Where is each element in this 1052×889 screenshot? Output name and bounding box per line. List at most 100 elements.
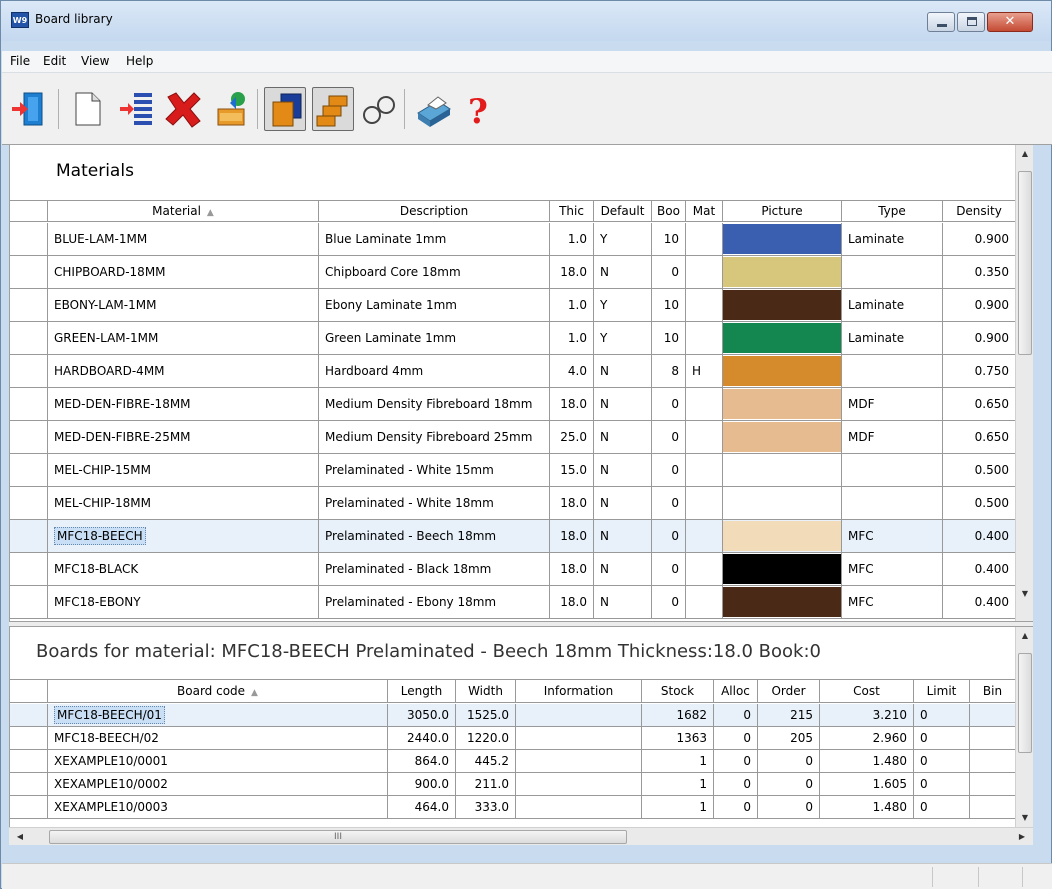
cell-default[interactable]: N xyxy=(594,553,652,585)
cell-book[interactable]: 10 xyxy=(652,223,686,255)
cell-material[interactable]: HARDBOARD-4MM xyxy=(48,355,319,387)
cell-mat[interactable] xyxy=(686,454,723,486)
cell-order[interactable]: 215 xyxy=(758,704,820,726)
cell-material[interactable]: CHIPBOARD-18MM xyxy=(48,256,319,288)
row-header[interactable] xyxy=(10,388,48,420)
cell-type[interactable]: MFC xyxy=(842,586,943,618)
cell-information[interactable] xyxy=(516,773,642,795)
cell-density[interactable]: 0.650 xyxy=(943,421,1016,453)
scroll-left-icon[interactable]: ◀ xyxy=(11,828,29,846)
list-button[interactable] xyxy=(116,87,158,131)
cell-width[interactable]: 211.0 xyxy=(456,773,516,795)
row-header[interactable] xyxy=(10,773,48,795)
cell-information[interactable] xyxy=(516,704,642,726)
material-row[interactable]: MED-DEN-FIBRE-25MM Medium Density Fibrebo… xyxy=(10,421,1016,454)
cell-mat[interactable] xyxy=(686,223,723,255)
cell-book[interactable]: 0 xyxy=(652,388,686,420)
cell-type[interactable] xyxy=(842,487,943,519)
cell-mat[interactable]: H xyxy=(686,355,723,387)
column-header-material[interactable]: Material ▲ xyxy=(48,201,319,221)
cell-board-code[interactable]: XEXAMPLE10/0003 xyxy=(48,796,388,818)
row-header[interactable] xyxy=(10,487,48,519)
cell-picture[interactable] xyxy=(723,223,842,255)
material-row[interactable]: GREEN-LAM-1MM Green Laminate 1mm 1.0 Y 10 Lam… xyxy=(10,322,1016,355)
cell-book[interactable]: 0 xyxy=(652,553,686,585)
row-header[interactable] xyxy=(10,727,48,749)
cell-cost[interactable]: 1.605 xyxy=(820,773,914,795)
cell-thickness[interactable]: 18.0 xyxy=(550,388,594,420)
cell-picture[interactable] xyxy=(723,289,842,321)
cell-picture[interactable] xyxy=(723,256,842,288)
scroll-right-icon[interactable]: ▶ xyxy=(1013,828,1031,846)
row-header[interactable] xyxy=(10,223,48,255)
cell-mat[interactable] xyxy=(686,487,723,519)
cell-bin[interactable] xyxy=(970,796,1016,818)
cell-thickness[interactable]: 25.0 xyxy=(550,421,594,453)
column-header-stock[interactable]: Stock xyxy=(642,680,714,702)
row-header[interactable] xyxy=(10,355,48,387)
cell-description[interactable]: Medium Density Fibreboard 25mm xyxy=(319,421,550,453)
cell-mat[interactable] xyxy=(686,520,723,552)
cell-density[interactable]: 0.500 xyxy=(943,454,1016,486)
print-button[interactable] xyxy=(412,87,454,131)
search-button[interactable] xyxy=(358,87,400,131)
material-row[interactable]: BLUE-LAM-1MM Blue Laminate 1mm 1.0 Y 10 Lamin… xyxy=(10,223,1016,256)
exit-button[interactable] xyxy=(8,87,50,131)
cell-density[interactable]: 0.650 xyxy=(943,388,1016,420)
material-row[interactable]: MEL-CHIP-15MM Prelaminated - White 15mm 15… xyxy=(10,454,1016,487)
cell-board-code[interactable]: XEXAMPLE10/0001 xyxy=(48,750,388,772)
menu-edit[interactable]: Edit xyxy=(43,54,66,68)
cell-length[interactable]: 2440.0 xyxy=(388,727,456,749)
cell-alloc[interactable]: 0 xyxy=(714,704,758,726)
menu-view[interactable]: View xyxy=(81,54,109,68)
cell-information[interactable] xyxy=(516,750,642,772)
cell-type[interactable] xyxy=(842,454,943,486)
cell-description[interactable]: Blue Laminate 1mm xyxy=(319,223,550,255)
cell-default[interactable]: Y xyxy=(594,223,652,255)
cell-thickness[interactable]: 18.0 xyxy=(550,256,594,288)
column-header-density[interactable]: Density xyxy=(943,201,1016,221)
cell-information[interactable] xyxy=(516,796,642,818)
column-header-board-code[interactable]: Board code ▲ xyxy=(48,680,388,702)
cell-type[interactable]: Laminate xyxy=(842,223,943,255)
cell-thickness[interactable]: 1.0 xyxy=(550,322,594,354)
cell-mat[interactable] xyxy=(686,586,723,618)
cell-default[interactable]: N xyxy=(594,586,652,618)
material-row[interactable]: MEL-CHIP-18MM Prelaminated - White 18mm 18… xyxy=(10,487,1016,520)
scroll-up-icon[interactable]: ▲ xyxy=(1016,627,1033,645)
column-header-thickness[interactable]: Thic xyxy=(550,201,594,221)
material-row[interactable]: MFC18-BLACK Prelaminated - Black 18mm 18.0… xyxy=(10,553,1016,586)
minimize-button[interactable] xyxy=(927,12,955,32)
cell-description[interactable]: Green Laminate 1mm xyxy=(319,322,550,354)
cell-board-code[interactable]: MFC18-BEECH/02 xyxy=(48,727,388,749)
cell-density[interactable]: 0.400 xyxy=(943,586,1016,618)
cell-stock[interactable]: 1 xyxy=(642,773,714,795)
cell-thickness[interactable]: 18.0 xyxy=(550,553,594,585)
cell-width[interactable]: 1525.0 xyxy=(456,704,516,726)
row-header[interactable] xyxy=(10,553,48,585)
cell-thickness[interactable]: 18.0 xyxy=(550,586,594,618)
cell-material[interactable]: MFC18-EBONY xyxy=(48,586,319,618)
material-row[interactable]: MED-DEN-FIBRE-18MM Medium Density Fibrebo… xyxy=(10,388,1016,421)
cell-thickness[interactable]: 15.0 xyxy=(550,454,594,486)
horizontal-scroll-thumb[interactable]: III xyxy=(49,830,627,844)
scroll-thumb[interactable] xyxy=(1018,171,1032,355)
column-header-alloc[interactable]: Alloc xyxy=(714,680,758,702)
cell-book[interactable]: 0 xyxy=(652,421,686,453)
cell-book[interactable]: 0 xyxy=(652,454,686,486)
cell-material[interactable]: EBONY-LAM-1MM xyxy=(48,289,319,321)
cell-stock[interactable]: 1682 xyxy=(642,704,714,726)
row-header[interactable] xyxy=(10,704,48,726)
cell-description[interactable]: Medium Density Fibreboard 18mm xyxy=(319,388,550,420)
row-header[interactable] xyxy=(10,586,48,618)
cell-description[interactable]: Prelaminated - Beech 18mm xyxy=(319,520,550,552)
cell-default[interactable]: N xyxy=(594,355,652,387)
scroll-thumb[interactable] xyxy=(1018,653,1032,753)
help-button[interactable]: ? xyxy=(456,87,498,132)
scroll-down-icon[interactable]: ▼ xyxy=(1016,585,1033,603)
cell-type[interactable]: MFC xyxy=(842,520,943,552)
column-header-description[interactable]: Description xyxy=(319,201,550,221)
column-header-picture[interactable]: Picture xyxy=(723,201,842,221)
cell-material[interactable]: GREEN-LAM-1MM xyxy=(48,322,319,354)
cell-length[interactable]: 864.0 xyxy=(388,750,456,772)
